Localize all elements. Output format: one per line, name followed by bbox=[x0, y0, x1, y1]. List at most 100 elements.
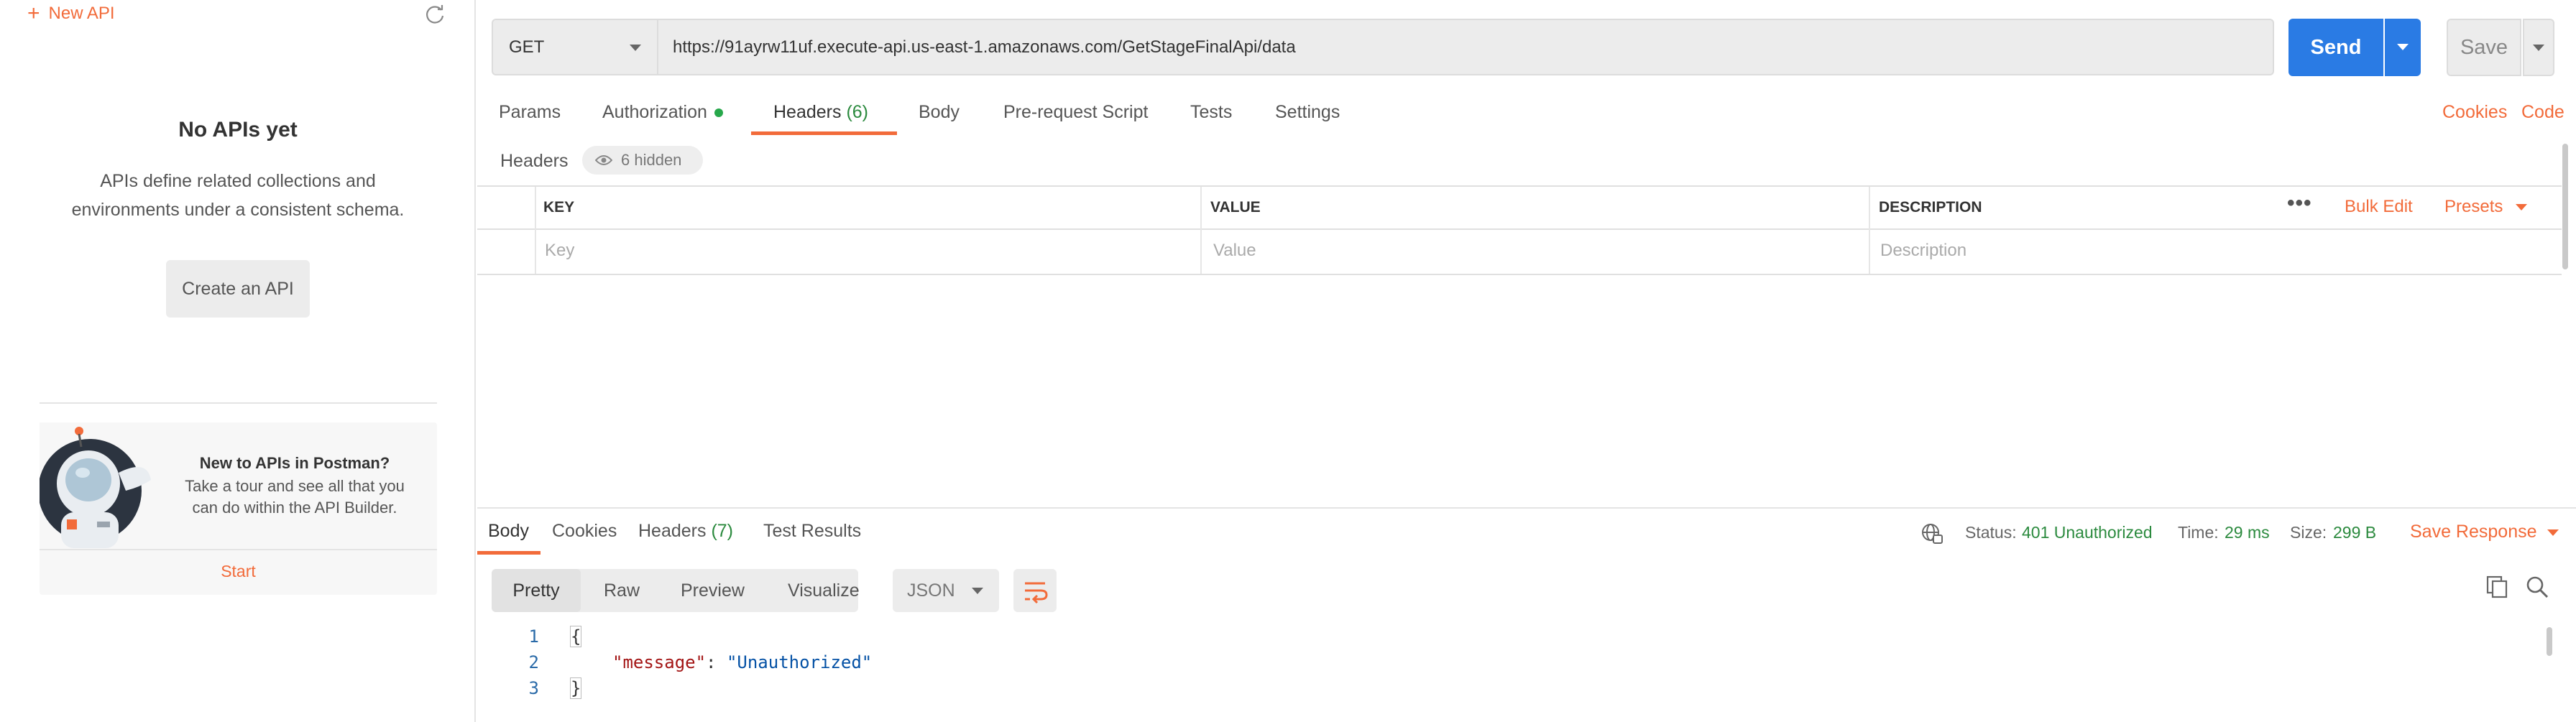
line-number: 1 bbox=[528, 626, 539, 647]
hidden-headers-toggle[interactable]: 6 hidden bbox=[582, 146, 703, 175]
column-header-description: DESCRIPTION bbox=[1879, 199, 1982, 216]
active-tab-indicator bbox=[751, 131, 897, 135]
copy-icon[interactable] bbox=[2485, 575, 2508, 599]
code-line: "message": "Unauthorized" bbox=[612, 652, 872, 672]
caret-down-icon bbox=[630, 45, 641, 51]
caret-down-icon bbox=[972, 588, 983, 594]
json-colon: : bbox=[706, 652, 727, 672]
line-number: 3 bbox=[528, 678, 539, 698]
time-value: 29 ms bbox=[2225, 523, 2270, 542]
scrollbar[interactable] bbox=[2562, 144, 2568, 269]
cookies-link[interactable]: Cookies bbox=[2442, 102, 2507, 123]
response-tab-body[interactable]: Body bbox=[488, 521, 529, 542]
view-preview-button[interactable]: Preview bbox=[681, 569, 745, 612]
status-dot-icon bbox=[714, 108, 723, 118]
tab-tests[interactable]: Tests bbox=[1190, 102, 1232, 123]
send-options-button[interactable] bbox=[2385, 19, 2421, 76]
tab-label: Authorization bbox=[602, 102, 707, 122]
view-visualize-button[interactable]: Visualize bbox=[788, 569, 860, 612]
status-label: Status: bbox=[1965, 523, 2017, 542]
empty-state-description: APIs define related collections and envi… bbox=[43, 167, 433, 224]
size-value: 299 B bbox=[2333, 523, 2377, 542]
status-value: 401 Unauthorized bbox=[2022, 523, 2153, 542]
tab-label: Headers bbox=[638, 521, 707, 541]
caret-down-icon bbox=[2397, 44, 2409, 50]
response-tab-test-results[interactable]: Test Results bbox=[763, 521, 861, 542]
table-divider bbox=[1869, 187, 1870, 274]
table-border bbox=[477, 185, 2562, 187]
search-icon[interactable] bbox=[2525, 575, 2549, 599]
new-api-label: New API bbox=[48, 4, 115, 23]
eye-icon bbox=[595, 155, 612, 165]
tab-settings[interactable]: Settings bbox=[1275, 102, 1340, 123]
tab-params[interactable]: Params bbox=[499, 102, 561, 123]
table-divider bbox=[535, 187, 536, 274]
header-key-input[interactable]: Key bbox=[545, 241, 574, 261]
format-value: JSON bbox=[907, 580, 955, 601]
empty-state-title: No APIs yet bbox=[178, 118, 298, 142]
url-input[interactable]: https://91ayrw11uf.execute-api.us-east-1… bbox=[658, 19, 2274, 75]
refresh-icon[interactable] bbox=[424, 4, 446, 25]
api-tour-card: New to APIs in Postman? Take a tour and … bbox=[40, 422, 437, 595]
code-link[interactable]: Code bbox=[2521, 102, 2564, 123]
table-border bbox=[477, 228, 2562, 230]
save-response-dropdown[interactable]: Save Response bbox=[2410, 522, 2559, 542]
header-description-input[interactable]: Description bbox=[1880, 241, 1966, 261]
new-api-button[interactable]: + New API bbox=[27, 3, 115, 24]
scrollbar[interactable] bbox=[2547, 627, 2552, 656]
response-tab-cookies[interactable]: Cookies bbox=[552, 521, 617, 542]
caret-down-icon bbox=[2533, 45, 2544, 51]
caret-down-icon bbox=[2516, 204, 2528, 211]
tab-authorization[interactable]: Authorization bbox=[602, 102, 723, 123]
json-brace: { bbox=[569, 626, 582, 647]
tab-headers[interactable]: Headers (6) bbox=[773, 102, 868, 123]
header-value-input[interactable]: Value bbox=[1213, 241, 1256, 261]
caret-down-icon bbox=[2547, 529, 2559, 536]
tour-text-line: can do within the API Builder. bbox=[192, 499, 397, 517]
create-api-button[interactable]: Create an API bbox=[166, 260, 310, 318]
headers-count: (6) bbox=[846, 102, 869, 122]
code-line: } bbox=[569, 677, 582, 699]
presets-dropdown[interactable]: Presets bbox=[2444, 197, 2528, 217]
send-button[interactable]: Send bbox=[2288, 19, 2383, 76]
response-tab-headers[interactable]: Headers (7) bbox=[638, 521, 733, 542]
method-select[interactable]: GET bbox=[492, 19, 658, 75]
divider bbox=[40, 402, 437, 404]
response-divider bbox=[477, 507, 2576, 509]
save-options-button[interactable] bbox=[2523, 19, 2554, 76]
json-value: "Unauthorized" bbox=[726, 652, 873, 672]
table-border bbox=[477, 274, 2562, 275]
active-tab-indicator bbox=[477, 551, 540, 555]
code-line: { bbox=[569, 626, 582, 647]
view-pretty-button[interactable]: Pretty bbox=[492, 569, 581, 612]
line-number: 2 bbox=[528, 652, 539, 672]
response-body-editor[interactable]: 1 2 3 { "message": "Unauthorized" } bbox=[477, 624, 2547, 722]
bulk-edit-link[interactable]: Bulk Edit bbox=[2345, 197, 2413, 217]
size-label: Size: bbox=[2290, 523, 2327, 542]
save-response-label: Save Response bbox=[2410, 522, 2537, 542]
view-raw-button[interactable]: Raw bbox=[604, 569, 640, 612]
table-divider bbox=[1200, 187, 1202, 274]
more-options-icon[interactable]: ••• bbox=[2287, 191, 2312, 216]
tour-title: New to APIs in Postman? bbox=[199, 454, 390, 472]
globe-icon[interactable] bbox=[1920, 522, 1944, 545]
format-select[interactable]: JSON bbox=[893, 569, 999, 612]
tour-text-line: Take a tour and see all that you bbox=[185, 477, 405, 495]
tab-prerequest-script[interactable]: Pre-request Script bbox=[1003, 102, 1148, 123]
view-mode-group: Pretty Raw Preview Visualize bbox=[492, 569, 860, 612]
divider bbox=[40, 549, 437, 550]
column-header-value: VALUE bbox=[1210, 199, 1261, 216]
hidden-badge-label: 6 hidden bbox=[621, 151, 682, 169]
astronaut-illustration bbox=[40, 422, 155, 548]
start-tour-link[interactable]: Start bbox=[40, 562, 437, 581]
save-button[interactable]: Save bbox=[2447, 19, 2521, 76]
sidebar: + New API No APIs yet APIs define relate… bbox=[0, 0, 476, 722]
presets-label: Presets bbox=[2444, 197, 2503, 216]
tab-body[interactable]: Body bbox=[919, 102, 960, 123]
wrap-lines-button[interactable] bbox=[1013, 569, 1057, 612]
empty-desc-line: environments under a consistent schema. bbox=[71, 200, 405, 220]
time-label: Time: bbox=[2178, 523, 2219, 542]
column-header-key: KEY bbox=[543, 199, 575, 216]
json-brace: } bbox=[569, 677, 582, 699]
headers-section-label: Headers bbox=[500, 151, 569, 171]
